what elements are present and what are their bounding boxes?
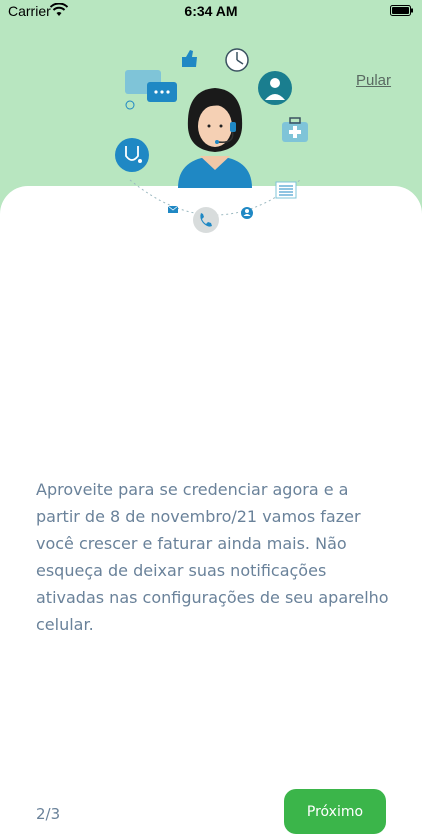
- agent-figure: [178, 88, 252, 188]
- document-icon: [275, 181, 297, 199]
- onboarding-message: Aproveite para se credenciar agora e a p…: [36, 480, 389, 634]
- thumbs-up-icon: [182, 50, 197, 67]
- chat-bubble-icon: [125, 70, 177, 110]
- status-time: 6:34 AM: [184, 3, 238, 19]
- doctor-icon: [258, 71, 292, 105]
- content-card: Aproveite para se credenciar agora e a p…: [0, 186, 422, 834]
- battery-icon: [390, 5, 413, 16]
- phone-icon: [193, 207, 219, 233]
- first-aid-kit-icon: [282, 117, 308, 142]
- skip-link[interactable]: Pular: [356, 72, 391, 89]
- clock-icon: [225, 48, 249, 72]
- user-icon: [241, 207, 253, 219]
- page-indicator: 2/3: [36, 805, 61, 823]
- status-bar: Carrier 6:34 AM: [0, 0, 422, 24]
- next-button[interactable]: Próximo: [284, 789, 386, 834]
- mail-icon: [167, 205, 179, 213]
- support-agent-illustration: [115, 48, 308, 233]
- stethoscope-icon: [115, 138, 149, 172]
